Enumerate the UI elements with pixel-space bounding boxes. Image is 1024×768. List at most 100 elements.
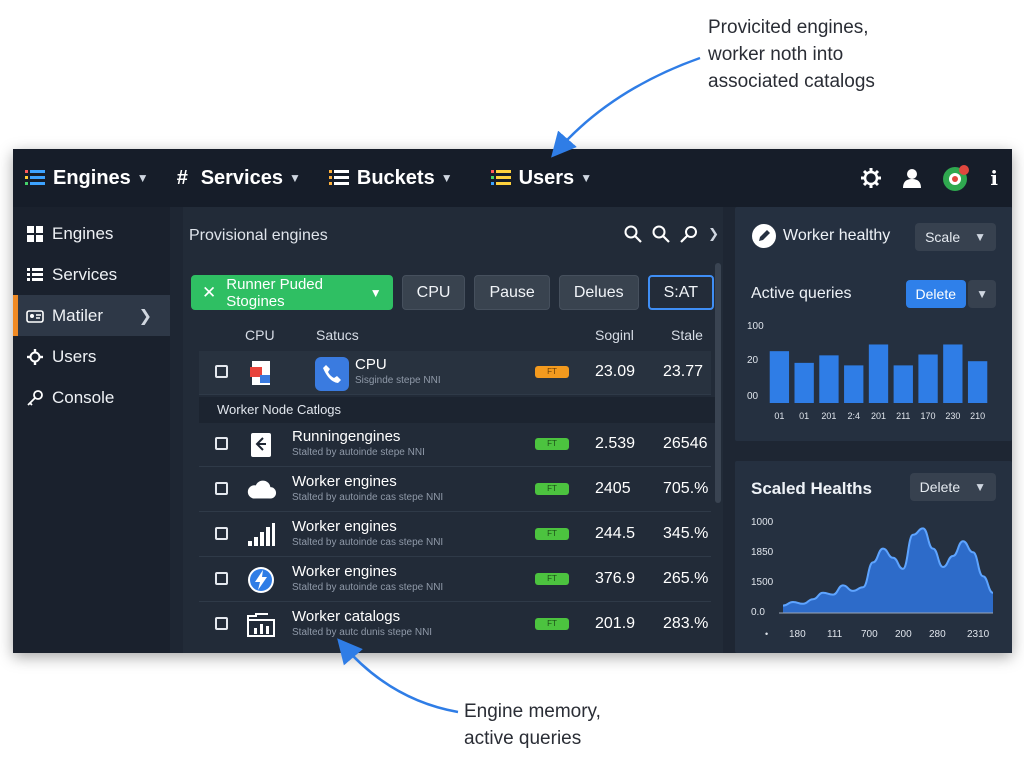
delete-dropdown[interactable]: Delete ▼ bbox=[909, 473, 996, 501]
y-tick-label: 1500 bbox=[751, 577, 774, 588]
x-tick-label: 700 bbox=[861, 629, 878, 640]
action-buttons: ✕ Runner Puded Stogines ▼ CPU Pause Delu… bbox=[191, 275, 723, 310]
worker-healthy-label: Worker healthy bbox=[783, 227, 891, 244]
table-header: CPU Satucs Soginl Stale bbox=[203, 325, 713, 347]
pencil-icon[interactable] bbox=[751, 223, 777, 249]
arrow-top bbox=[551, 56, 701, 158]
delues-button[interactable]: Delues bbox=[558, 275, 639, 310]
row-checkbox[interactable] bbox=[215, 572, 228, 585]
main-panel: Provisional engines ❯ ✕ Runner Puded Sto… bbox=[183, 207, 723, 653]
close-icon: ✕ bbox=[202, 282, 217, 302]
health-header: Worker healthy bbox=[751, 223, 890, 249]
sidebar-item-matiler[interactable]: Matiler ❯ bbox=[13, 295, 170, 336]
user-icon[interactable] bbox=[902, 168, 922, 188]
x-tick-label: 01 bbox=[774, 411, 784, 421]
status-badge: FT bbox=[535, 483, 569, 495]
annotation-line: Provicited engines, bbox=[708, 17, 869, 38]
row-subtitle: Stalted by autoinde cas stepe NNI bbox=[292, 537, 444, 548]
y-tick-label: 1850 bbox=[751, 547, 774, 558]
status-avatar-icon[interactable] bbox=[942, 164, 970, 192]
sidebar-item-label: Console bbox=[52, 387, 115, 407]
sidebar-item-label: Matiler bbox=[52, 305, 104, 325]
table-row[interactable]: Worker engines Stalted by autoinde cas s… bbox=[199, 513, 711, 557]
row-subtitle: Stalted by autoinde stepe NNI bbox=[292, 447, 425, 458]
table-row[interactable]: CPU Sisginde stepe NNI FT 23.09 23.77 bbox=[199, 351, 711, 395]
nav-engines[interactable]: Engines ▼ bbox=[25, 167, 149, 190]
table-row[interactable]: Worker engines Stalted by autoinde cas s… bbox=[199, 558, 711, 602]
y-tick-label: 20 bbox=[747, 355, 759, 366]
scaled-healths-panel: Scaled Healths Delete ▼ 1000 1850 1500 0.0 •… bbox=[735, 461, 1012, 653]
sidebar-item-label: Engines bbox=[52, 223, 114, 243]
nav-users[interactable]: Users ▼ bbox=[490, 167, 592, 190]
sidebar-item-label: Users bbox=[52, 346, 97, 366]
sidebar-item-console[interactable]: Console bbox=[13, 377, 170, 418]
sidebar: Engines Services Matiler ❯ Users Console bbox=[13, 207, 170, 653]
nav-services[interactable]: # Services ▼ bbox=[177, 167, 301, 190]
cpu-button[interactable]: CPU bbox=[401, 275, 466, 310]
row-value-2: 265.% bbox=[663, 570, 709, 587]
x-tick-label: 200 bbox=[895, 629, 912, 640]
info-icon[interactable]: i bbox=[990, 166, 998, 190]
signal-bars-icon bbox=[245, 519, 277, 551]
row-name: Runningengines bbox=[292, 428, 401, 445]
section-label: Worker Node Catlogs bbox=[199, 397, 719, 423]
runner-engines-button[interactable]: ✕ Runner Puded Stogines ▼ bbox=[191, 275, 393, 310]
x-tick-label: 210 bbox=[970, 411, 985, 421]
annotation-line: Engine memory, bbox=[464, 701, 601, 722]
document-icon bbox=[245, 357, 277, 389]
table-scrollbar[interactable] bbox=[715, 263, 721, 503]
y-tick-label: 1000 bbox=[751, 517, 774, 528]
delete-options-dropdown[interactable]: ▼ bbox=[968, 280, 996, 308]
bar bbox=[893, 365, 913, 403]
active-queries-panel: Worker healthy Scale ▼ Active queries De… bbox=[735, 207, 1012, 441]
arrow-bottom bbox=[337, 638, 459, 714]
table-row[interactable]: Runningengines Stalted by autoinde stepe… bbox=[199, 423, 711, 467]
row-checkbox[interactable] bbox=[215, 527, 228, 540]
sidebar-item-services[interactable]: Services bbox=[13, 254, 170, 295]
app-window: Engines ▼ # Services ▼ Buckets ▼ Users ▼… bbox=[13, 149, 1012, 653]
active-queries-title: Active queries bbox=[751, 285, 852, 302]
x-tick-label: 201 bbox=[871, 411, 886, 421]
nav-services-label: Services bbox=[200, 166, 283, 189]
nav-buckets[interactable]: Buckets ▼ bbox=[328, 167, 453, 190]
search-icon[interactable] bbox=[624, 225, 642, 243]
x-tick-label: 01 bbox=[799, 411, 809, 421]
file-icon bbox=[245, 429, 277, 461]
status-badge: FT bbox=[535, 438, 569, 450]
status-badge: FT bbox=[535, 573, 569, 585]
bar bbox=[819, 355, 839, 403]
sidebar-item-users[interactable]: Users bbox=[13, 336, 170, 377]
row-value-1: 2405 bbox=[595, 480, 631, 497]
scaled-healths-title: Scaled Healths bbox=[751, 479, 872, 498]
zoom-icon[interactable] bbox=[652, 225, 670, 243]
chevron-down-icon: ▼ bbox=[440, 171, 453, 185]
pause-button[interactable]: Pause bbox=[474, 275, 550, 310]
row-name: Worker engines bbox=[292, 473, 397, 490]
row-checkbox[interactable] bbox=[215, 482, 228, 495]
chart-file-icon bbox=[245, 609, 277, 641]
x-tick-label: 2310 bbox=[967, 629, 990, 640]
row-value-2: 705.% bbox=[663, 480, 709, 497]
top-navigation-bar: Engines ▼ # Services ▼ Buckets ▼ Users ▼… bbox=[13, 149, 1012, 207]
filter-search-icon[interactable] bbox=[680, 225, 698, 243]
chevron-right-icon[interactable]: ❯ bbox=[708, 226, 719, 242]
x-tick-label: 201 bbox=[821, 411, 836, 421]
scale-dropdown[interactable]: Scale ▼ bbox=[915, 223, 996, 251]
chevron-down-icon: ▼ bbox=[976, 287, 988, 301]
annotation-top: Provicited engines, worker noth into ass… bbox=[708, 14, 1008, 95]
sidebar-item-engines[interactable]: Engines bbox=[13, 213, 170, 254]
delete-button[interactable]: Delete bbox=[905, 280, 966, 308]
bar bbox=[868, 344, 889, 403]
row-checkbox[interactable] bbox=[215, 437, 228, 450]
row-name: Worker engines bbox=[292, 518, 397, 535]
table-row[interactable]: Worker catalogs Stalted by autc dunis st… bbox=[199, 603, 711, 647]
annotation-line: active queries bbox=[464, 728, 582, 749]
stat-button[interactable]: S:AT bbox=[647, 275, 714, 310]
gear-icon[interactable] bbox=[860, 167, 882, 189]
page-title: Provisional engines bbox=[189, 227, 328, 244]
row-checkbox[interactable] bbox=[215, 617, 228, 630]
bar bbox=[943, 344, 963, 403]
table-row[interactable]: Worker engines Stalted by autoinde cas s… bbox=[199, 468, 711, 512]
row-checkbox[interactable] bbox=[215, 365, 228, 378]
row-subtitle: Stalted by autc dunis stepe NNI bbox=[292, 627, 433, 638]
